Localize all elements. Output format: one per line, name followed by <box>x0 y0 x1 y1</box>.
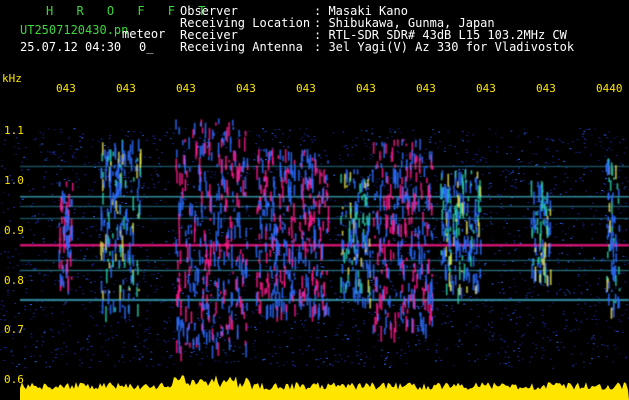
file-name: UT2507120430.pn <box>20 23 129 37</box>
amplitude-trace <box>20 375 629 400</box>
counter: 0_ <box>139 40 154 54</box>
date-time: 25.07.12 04:30 <box>20 40 122 54</box>
antenna-value: : 3el Yagi(V) Az 330 for Vladivostok <box>314 40 575 54</box>
signal-bands <box>20 118 629 362</box>
antenna-label: Receiving Antenna <box>180 40 303 54</box>
spectrogram <box>0 118 629 400</box>
